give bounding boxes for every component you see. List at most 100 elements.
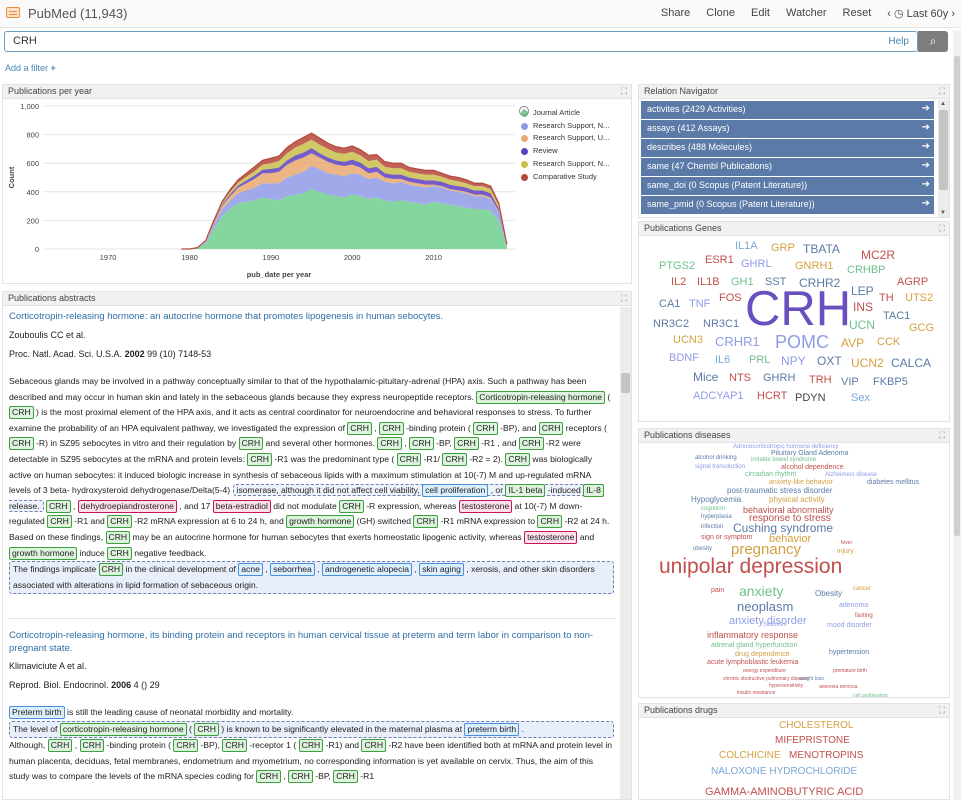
- gene-word[interactable]: FKBP5: [873, 377, 908, 388]
- expand-icon[interactable]: ⛶: [621, 86, 627, 97]
- disease-word[interactable]: neoplasm: [737, 600, 793, 613]
- legend-item[interactable]: Comparative Study: [517, 171, 609, 184]
- expand-icon[interactable]: ⛶: [621, 293, 627, 304]
- disease-word[interactable]: sign or symptom: [701, 534, 752, 541]
- gene-word[interactable]: FOS: [719, 293, 742, 304]
- gene-word[interactable]: ADCYAP1: [693, 391, 744, 402]
- gene-word[interactable]: UCN2: [851, 357, 884, 369]
- chevron-right-icon[interactable]: ›: [951, 8, 955, 20]
- expand-icon[interactable]: ⛶: [939, 86, 945, 97]
- gene-word[interactable]: BDNF: [669, 353, 699, 364]
- disease-word[interactable]: drug dependence: [735, 651, 790, 658]
- disease-word[interactable]: circadian rhythm: [745, 471, 796, 478]
- disease-word[interactable]: premature birth: [833, 669, 867, 674]
- expand-icon[interactable]: ⛶: [939, 705, 945, 716]
- gene-word[interactable]: CALCA: [891, 357, 931, 369]
- search-input[interactable]: CRH Help: [4, 31, 918, 52]
- gene-word[interactable]: IL1A: [735, 241, 758, 252]
- scrollbar[interactable]: [620, 307, 631, 799]
- gene-word[interactable]: PRL: [749, 355, 770, 366]
- gene-word[interactable]: TRH: [809, 375, 832, 386]
- search-button[interactable]: ⌕: [918, 31, 948, 52]
- scrollbar-thumb[interactable]: [621, 373, 630, 393]
- gene-word[interactable]: CRHBP: [847, 265, 886, 276]
- gene-word[interactable]: TAC1: [883, 311, 910, 322]
- legend-toggle-icon[interactable]: ›: [519, 106, 529, 116]
- disease-word[interactable]: cancer: [853, 586, 871, 592]
- gene-word[interactable]: IL1B: [697, 277, 720, 288]
- period-selector[interactable]: ‹ ◷ Last 60y ›: [887, 7, 955, 20]
- disease-word[interactable]: hypersensitivity: [769, 684, 803, 689]
- gene-word[interactable]: GHRL: [741, 259, 772, 270]
- expand-icon[interactable]: ⛶: [939, 223, 945, 234]
- add-filter-link[interactable]: Add a filter +: [5, 63, 56, 73]
- disease-word[interactable]: unipolar depression: [659, 556, 842, 577]
- gene-word[interactable]: PDYN: [795, 393, 826, 404]
- disease-word[interactable]: insulin resistance: [737, 691, 775, 696]
- expand-icon[interactable]: ⛶: [939, 430, 945, 441]
- disease-word[interactable]: signal transduction: [695, 464, 745, 470]
- gene-word[interactable]: NTS: [729, 373, 751, 384]
- drug-word[interactable]: MIFEPRISTONE: [775, 736, 850, 746]
- disease-word[interactable]: cell proliferation: [853, 694, 888, 698]
- disease-word[interactable]: inflammatory response: [707, 631, 798, 640]
- gene-word[interactable]: LEP: [851, 285, 874, 297]
- gene-word[interactable]: TNF: [689, 299, 710, 310]
- disease-word[interactable]: acute lymphoblastic leukemia: [707, 659, 798, 666]
- disease-word[interactable]: mood disorder: [827, 622, 872, 629]
- gene-word[interactable]: GNRH1: [795, 261, 834, 272]
- disease-word[interactable]: Pituitary Gland Adenoma: [771, 450, 848, 457]
- gene-word[interactable]: PTGS2: [659, 261, 695, 272]
- gene-word[interactable]: NPY: [781, 355, 806, 367]
- gene-word[interactable]: UCN: [849, 319, 875, 331]
- drug-word[interactable]: MENOTROPINS: [789, 751, 863, 761]
- drug-word[interactable]: GAMMA-AMINOBUTYRIC ACID: [705, 787, 863, 798]
- gene-word[interactable]: UCN3: [673, 335, 703, 346]
- gene-word[interactable]: NR3C2: [653, 319, 689, 330]
- gene-word[interactable]: MC2R: [861, 249, 895, 261]
- legend-item[interactable]: Journal Article: [517, 107, 609, 120]
- gene-word[interactable]: IL6: [715, 355, 730, 366]
- gene-word[interactable]: NR3C1: [703, 319, 739, 330]
- disease-word[interactable]: hypertension: [829, 649, 869, 656]
- disease-word[interactable]: alcohol drinking: [695, 455, 737, 461]
- edit-button[interactable]: Edit: [751, 7, 770, 20]
- disease-word[interactable]: diabetes mellitus: [867, 479, 919, 486]
- chevron-left-icon[interactable]: ‹: [887, 8, 891, 20]
- disease-word[interactable]: adenoma: [839, 602, 868, 609]
- disease-word[interactable]: anxiety: [739, 584, 783, 598]
- scrollbar-thumb[interactable]: [939, 110, 948, 190]
- gene-word[interactable]: GRP: [771, 243, 795, 254]
- disease-word[interactable]: Alzheimers disease: [825, 472, 877, 478]
- disease-word[interactable]: adrenal gland hyperfunction: [711, 642, 797, 649]
- gene-word[interactable]: CCK: [877, 337, 900, 348]
- gene-word[interactable]: CA1: [659, 299, 680, 310]
- disease-word[interactable]: infection: [701, 524, 723, 530]
- gene-word[interactable]: Sex: [851, 393, 870, 404]
- disease-word[interactable]: alcohol dependence: [781, 464, 844, 471]
- disease-word[interactable]: Seizures: [763, 622, 786, 628]
- gene-word[interactable]: TH: [879, 293, 894, 304]
- disease-word[interactable]: pain: [711, 587, 724, 594]
- scrollbar[interactable]: ▲ ▼: [938, 100, 949, 217]
- disease-word[interactable]: weight loss: [799, 677, 824, 682]
- gene-word[interactable]: IL2: [671, 277, 686, 288]
- disease-word[interactable]: anxiety-like behavior: [769, 479, 833, 486]
- gene-word[interactable]: AVP: [841, 337, 864, 349]
- disease-word[interactable]: post-traumatic stress disorder: [727, 487, 832, 495]
- disease-word[interactable]: cognition: [701, 506, 725, 512]
- relation-item-activites[interactable]: activites (2429 Activities) ➔: [641, 101, 934, 119]
- gene-word[interactable]: CRH: [745, 285, 851, 334]
- drug-word[interactable]: COLCHICINE: [719, 751, 781, 761]
- page-scrollbar[interactable]: [953, 30, 961, 800]
- legend-item[interactable]: Research Support, N...: [517, 158, 609, 171]
- disease-word[interactable]: hyperplasia: [701, 514, 732, 520]
- legend-item[interactable]: Review: [517, 145, 609, 158]
- disease-word[interactable]: chronic obstructive pulmonary disease: [723, 677, 808, 682]
- watcher-button[interactable]: Watcher: [786, 7, 827, 20]
- gene-word[interactable]: AGRP: [897, 277, 928, 288]
- reset-button[interactable]: Reset: [843, 7, 872, 20]
- relation-item-same-pmid[interactable]: same_pmid (0 Scopus (Patent Literature))…: [641, 196, 934, 214]
- disease-word[interactable]: obesity: [693, 546, 712, 552]
- share-button[interactable]: Share: [661, 7, 690, 20]
